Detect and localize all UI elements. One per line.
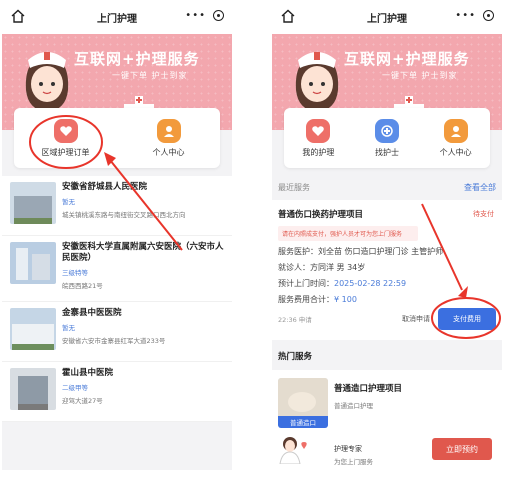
hospital-address: 城关镇桃溪东路与南纽街交叉路口西北方向 [62, 211, 186, 219]
personal-center-label: 个人中心 [152, 147, 185, 157]
banner-subline: 一键下单 护士到家 [382, 71, 458, 80]
status-badge: 待支付 [473, 210, 494, 218]
service-photo[interactable]: 普通造口 [278, 378, 328, 428]
hospital-grade: 暂无 [62, 324, 75, 332]
cancel-application-button[interactable]: 取消申请 [402, 314, 430, 324]
recent-service-label: 最近服务 [278, 182, 310, 192]
hospital-photo [10, 182, 56, 224]
expert-illustration [279, 437, 307, 464]
fee-row: 服务费用合计：¥ 100 [278, 295, 357, 304]
pay-fee-button[interactable]: 支付费用 [438, 308, 496, 330]
hospital-photo [10, 368, 56, 410]
book-now-button[interactable]: 立即预约 [432, 438, 492, 460]
hospital-name: 安徽医科大学直属附属六安医院（六安市人民医院） [62, 242, 224, 263]
nav-bar: 上门护理 ••• [2, 0, 232, 34]
find-nurse-label: 找护士 [375, 147, 399, 157]
recent-service-header: 最近服务 查看全部 [272, 176, 502, 198]
heart-icon [306, 118, 331, 143]
home-icon[interactable] [10, 8, 26, 24]
hot-services: 普通造口 普通造口护理项目 普通造口护理 护理专家 为您上门服务 立即预约 [272, 370, 502, 470]
hospital-list: 安徽省舒城县人民医院 暂无 城关镇桃溪东路与南纽街交叉路口西北方向 安徽医科大学… [2, 176, 232, 422]
hospital-name: 安徽省舒城县人民医院 [62, 182, 148, 192]
close-miniprogram-icon[interactable] [483, 10, 494, 21]
function-cards: 我的护理 找护士 个人中心 [284, 108, 490, 168]
more-icon[interactable]: ••• [455, 10, 476, 21]
hospital-grade: 三级特等 [62, 269, 88, 277]
nurse-icon [375, 118, 399, 143]
function-cards: 区域护理订单 个人中心 [14, 108, 220, 168]
payment-warning: 请在内照成支付，强护人员才可为您上门服务 [278, 226, 418, 241]
service-desc: 普通造口护理 [334, 402, 373, 410]
more-icon[interactable]: ••• [185, 10, 206, 21]
service-tag: 普通造口 [278, 416, 328, 428]
list-item[interactable]: 安徽医科大学直属附属六安医院（六安市人民医院） 三级特等 皖西西路21号 [2, 236, 232, 302]
list-item[interactable]: 金寨县中医医院 暂无 安徽省六安市金寨县红军大道233号 [2, 302, 232, 362]
hospital-address: 皖西西路21号 [62, 282, 103, 290]
order-title: 普通伤口换药护理项目 [278, 210, 364, 220]
nav-bar: 上门护理 ••• [272, 0, 502, 34]
hospital-address: 安徽省六安市金寨县红军大道233号 [62, 337, 166, 345]
patient-row: 就诊人：方同洋 男 34岁 [278, 263, 366, 272]
regional-order-button[interactable]: 区域护理订单 [31, 118, 101, 158]
apply-time: 22:36 申请 [278, 316, 312, 324]
banner-headline: 互联网+护理服务 [74, 50, 200, 68]
find-nurse-button[interactable]: 找护士 [353, 118, 422, 158]
my-nursing-label: 我的护理 [302, 147, 335, 157]
hospital-photo [10, 242, 56, 284]
list-item[interactable]: 霍山县中医院 二级甲等 迎驾大道27号 [2, 362, 232, 422]
view-all-link[interactable]: 查看全部 [464, 182, 496, 193]
right-screen: 上门护理 ••• 互联网+护理服务 一键下单 护士到家 我的护理 找护士 个人中… [272, 0, 502, 470]
hospital-grade: 暂无 [62, 198, 75, 206]
personal-center-button[interactable]: 个人中心 [421, 118, 490, 158]
hospital-name: 金寨县中医医院 [62, 308, 122, 318]
heart-icon [53, 118, 78, 143]
personal-center-button[interactable]: 个人中心 [134, 118, 204, 158]
left-screen: 上门护理 ••• 互联网+护理服务 一键下单 护士到家 区域护理订单 个人中心 … [2, 0, 232, 470]
visit-time-row: 预计上门时间：2025-02-28 22:59 [278, 279, 407, 288]
personal-center-label: 个人中心 [439, 147, 472, 157]
my-nursing-button[interactable]: 我的护理 [284, 118, 353, 158]
person-icon [443, 118, 468, 143]
service-name[interactable]: 普通造口护理项目 [334, 382, 402, 394]
regional-order-label: 区域护理订单 [41, 147, 90, 157]
home-icon[interactable] [280, 8, 296, 24]
hot-services-title: 热门服务 [272, 344, 502, 368]
person-icon [156, 118, 181, 143]
list-item[interactable]: 安徽省舒城县人民医院 暂无 城关镇桃溪东路与南纽街交叉路口西北方向 [2, 176, 232, 236]
service-staff-row: 服务医护：刘全苗 伤口造口护理门诊 主管护师 [278, 247, 444, 256]
hospital-name: 霍山县中医院 [62, 368, 114, 378]
expert-title: 护理专家 [334, 445, 362, 453]
order-actions: 22:36 申请 取消申请 支付费用 [278, 308, 496, 330]
banner-headline: 互联网+护理服务 [344, 50, 470, 68]
close-miniprogram-icon[interactable] [213, 10, 224, 21]
banner-subline: 一键下单 护士到家 [112, 71, 188, 80]
hospital-address: 迎驾大道27号 [62, 397, 103, 405]
order-card[interactable]: 普通伤口换药护理项目 待支付 请在内照成支付，强护人员才可为您上门服务 服务医护… [272, 200, 502, 340]
expert-desc: 为您上门服务 [334, 458, 373, 466]
hospital-photo [10, 308, 56, 350]
hospital-grade: 二级甲等 [62, 384, 88, 392]
